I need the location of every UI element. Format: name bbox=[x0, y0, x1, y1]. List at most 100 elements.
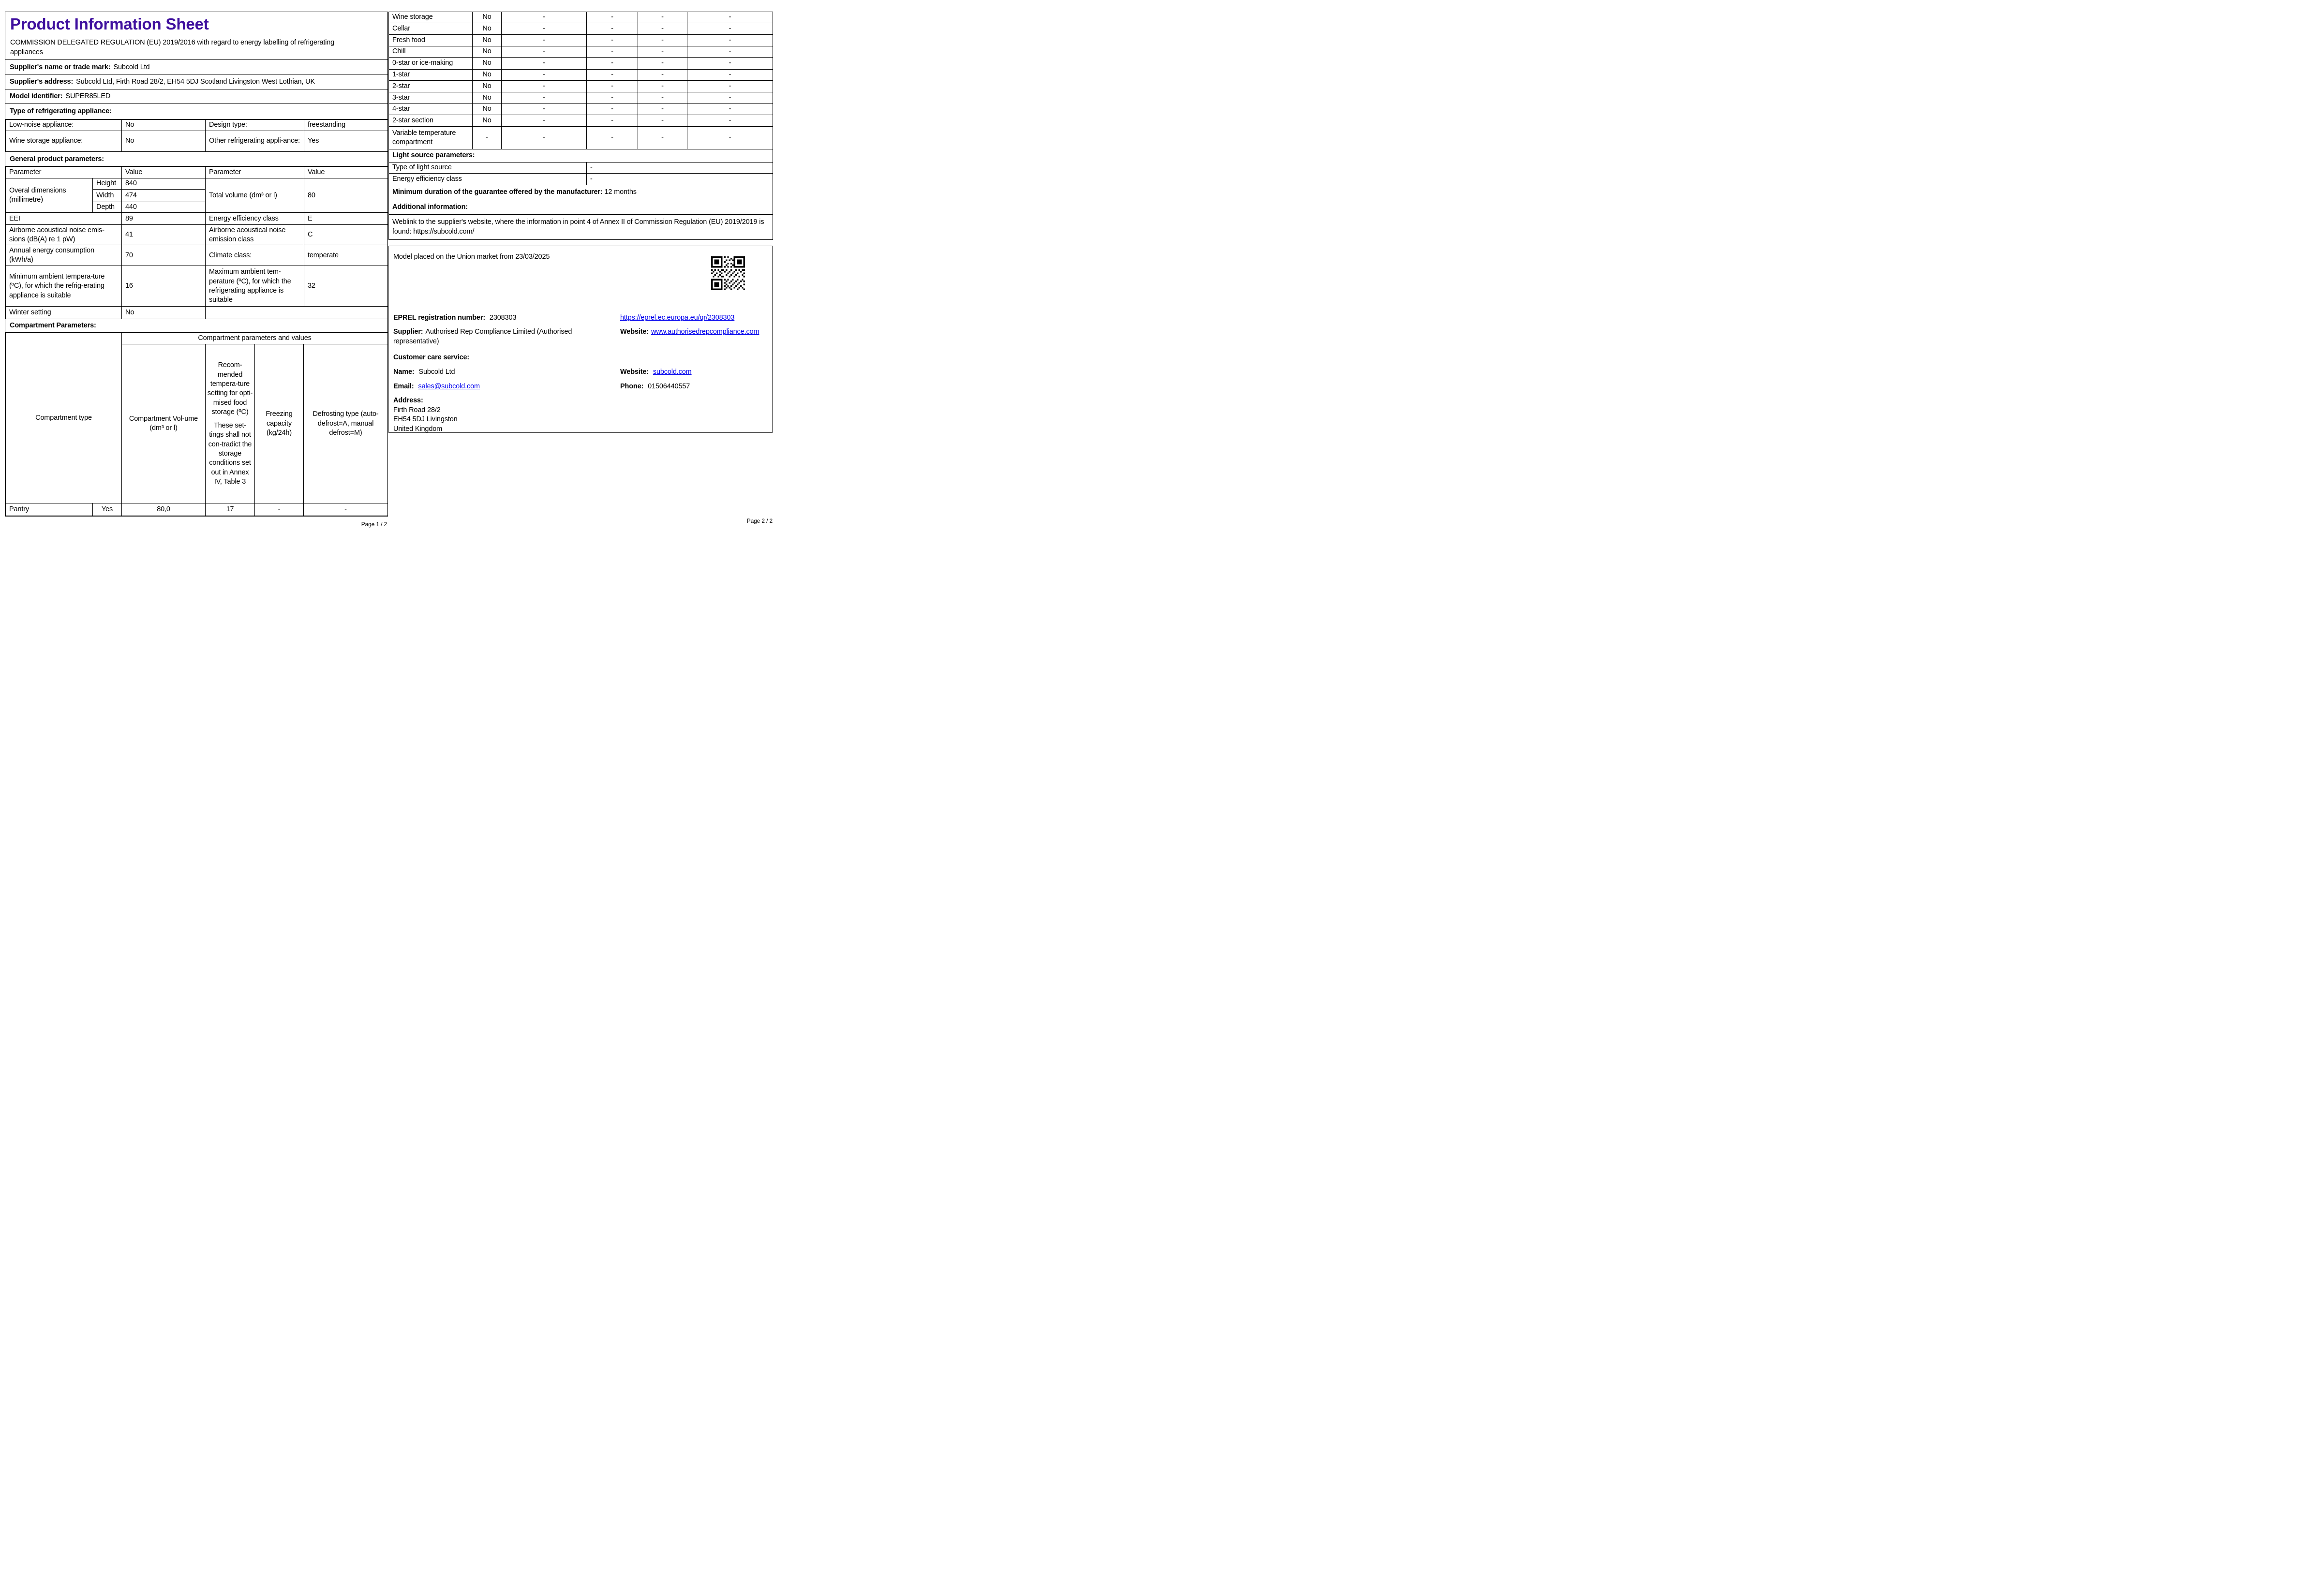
table-row: 3-star No - - - - bbox=[388, 92, 773, 104]
address-line-3: United Kingdom bbox=[393, 425, 443, 433]
defrosting-type-header: Defrosting type (auto-defrost=A, manual … bbox=[303, 344, 388, 504]
supplier-name-row: Supplier's name or trade mark: Subcold L… bbox=[5, 60, 387, 74]
noise-value: 41 bbox=[121, 224, 206, 246]
compartment-group-header: Compartment parameters and values bbox=[121, 332, 388, 345]
table-row: Cellar No - - - - bbox=[388, 23, 773, 35]
type-heading: Type of refrigerating appliance: bbox=[10, 107, 112, 115]
compartment-heading-row: Compartment Parameters: bbox=[5, 319, 387, 333]
temp-cell: - bbox=[586, 69, 638, 81]
volume-cell: - bbox=[501, 34, 587, 46]
website-label: Website: bbox=[620, 328, 649, 336]
compartment-label: Variable temperature compartment bbox=[388, 126, 473, 149]
volume-cell: - bbox=[501, 103, 587, 115]
freezing-cell: - bbox=[638, 34, 687, 46]
care-website-link[interactable]: subcold.com bbox=[653, 368, 692, 376]
freezing-cell: - bbox=[638, 103, 687, 115]
min-ambient-value: 16 bbox=[121, 266, 206, 307]
address-line-2: EH54 5DJ Livingston bbox=[393, 415, 458, 424]
supplier-website-row: Website: www.authorisedrepcompliance.com bbox=[620, 327, 760, 337]
compartment-continuation-table: Wine storage No - - - - Cellar No - - - … bbox=[388, 12, 773, 240]
supplier-address-row: Supplier's address: Subcold Ltd, Firth R… bbox=[5, 74, 387, 89]
design-type-value: freestanding bbox=[304, 119, 388, 131]
volume-cell: - bbox=[501, 46, 587, 58]
care-website-row: Website: subcold.com bbox=[620, 368, 692, 376]
dimensions-label: Overal dimensions (millimetre) bbox=[5, 177, 93, 213]
value-header-1: Value bbox=[121, 166, 206, 178]
freezing-cell: - bbox=[638, 69, 687, 81]
defrost-cell: - bbox=[687, 92, 773, 104]
defrost-cell: - bbox=[687, 69, 773, 81]
total-volume-label: Total volume (dm³ or l) bbox=[205, 177, 304, 213]
page-2-label: Page 2 / 2 bbox=[746, 517, 773, 524]
email-link[interactable]: sales@subcold.com bbox=[418, 383, 480, 390]
table-row: Variable temperature compartment - - - -… bbox=[388, 126, 773, 149]
defrost-cell: - bbox=[687, 34, 773, 46]
defrost-cell: - bbox=[687, 80, 773, 92]
eprel-label: EPREL registration number: bbox=[393, 314, 486, 322]
temp-cell: - bbox=[586, 34, 638, 46]
pantry-present-cell: Yes bbox=[92, 503, 122, 517]
noise-class-label: Airborne acoustical noise emission class bbox=[205, 224, 304, 246]
freezing-cell: - bbox=[638, 23, 687, 35]
depth-value: 440 bbox=[121, 201, 206, 213]
winter-setting-value: No bbox=[121, 306, 206, 320]
low-noise-label: Low-noise appliance: bbox=[5, 119, 122, 131]
height-value: 840 bbox=[121, 178, 206, 190]
temp-cell: - bbox=[586, 46, 638, 58]
freezing-cell: - bbox=[638, 80, 687, 92]
market-placed-text: Model placed on the Union market from 23… bbox=[393, 253, 550, 261]
volume-cell: - bbox=[501, 57, 587, 70]
defrost-cell: - bbox=[687, 115, 773, 127]
compartment-label: 2-star bbox=[388, 80, 473, 92]
height-label: Height bbox=[92, 178, 122, 190]
compartment-parameters-table: Compartment type Compartment parameters … bbox=[5, 332, 388, 517]
phone-label: Phone: bbox=[620, 383, 644, 390]
volume-cell: - bbox=[501, 115, 587, 127]
total-volume-value: 80 bbox=[304, 177, 388, 213]
design-type-label: Design type: bbox=[205, 119, 304, 131]
type-heading-row: Type of refrigerating appliance: bbox=[5, 103, 387, 119]
care-email-row: Email: sales@subcold.com bbox=[393, 383, 480, 390]
supplier-website-link[interactable]: www.authorisedrepcompliance.com bbox=[651, 328, 759, 336]
guarantee-label: Minimum duration of the guarantee offere… bbox=[392, 188, 603, 196]
compartment-label: 4-star bbox=[388, 103, 473, 115]
table-row: 2-star section No - - - - bbox=[388, 115, 773, 127]
freezing-cell: - bbox=[638, 126, 687, 149]
compartment-type-header: Compartment type bbox=[5, 332, 122, 504]
light-source-type-value: - bbox=[586, 162, 773, 174]
temp-cell: - bbox=[586, 126, 638, 149]
freezing-capacity-header: Freezing capacity (kg/24h) bbox=[254, 344, 304, 504]
temp-cell: - bbox=[586, 115, 638, 127]
present-cell: No bbox=[472, 115, 502, 127]
pantry-temp-cell: 17 bbox=[205, 503, 255, 517]
temp-cell: - bbox=[586, 57, 638, 70]
guarantee-row: Minimum duration of the guarantee offere… bbox=[388, 185, 773, 200]
compartment-temp-header-part1: Recom-mended tempera-ture setting for op… bbox=[207, 361, 253, 416]
table-row: 2-star No - - - - bbox=[388, 80, 773, 92]
eprel-link[interactable]: https://eprel.ec.europa.eu/qr/2308303 bbox=[620, 314, 734, 322]
present-cell: No bbox=[472, 92, 502, 104]
general-product-parameters-table: Parameter Value Parameter Value Overal d… bbox=[5, 166, 388, 320]
energy-class-label: Energy efficiency class bbox=[205, 212, 304, 225]
page-2: Wine storage No - - - - Cellar No - - - … bbox=[388, 12, 773, 433]
compartment-volume-header: Compartment Vol-ume (dm³ or l) bbox=[121, 344, 206, 504]
volume-cell: - bbox=[501, 92, 587, 104]
light-energy-class-label: Energy efficiency class bbox=[388, 173, 587, 185]
table-row: Fresh food No - - - - bbox=[388, 34, 773, 46]
title-block: Product Information Sheet COMMISSION DEL… bbox=[5, 12, 387, 60]
present-cell: No bbox=[472, 46, 502, 58]
annual-energy-label: Annual energy consumption (kWh/a) bbox=[5, 245, 122, 266]
supplier-address-value: Subcold Ltd, Firth Road 28/2, EH54 5DJ S… bbox=[76, 78, 315, 86]
defrost-cell: - bbox=[687, 46, 773, 58]
pantry-defrost-cell: - bbox=[303, 503, 388, 517]
min-ambient-label: Minimum ambient tempera-ture (ºC), for w… bbox=[5, 266, 122, 307]
eei-label: EEI bbox=[5, 212, 122, 225]
other-appliance-label: Other refrigerating appli-ance: bbox=[205, 131, 304, 152]
page-title: Product Information Sheet bbox=[10, 15, 209, 33]
document-canvas: { "colors": { "title": "#3f109e", "link"… bbox=[0, 0, 774, 532]
defrost-cell: - bbox=[687, 103, 773, 115]
additional-info-heading: Additional information: bbox=[388, 200, 773, 215]
compartment-label: 2-star section bbox=[388, 115, 473, 127]
width-label: Width bbox=[92, 189, 122, 202]
compartment-label: Wine storage bbox=[388, 12, 473, 23]
